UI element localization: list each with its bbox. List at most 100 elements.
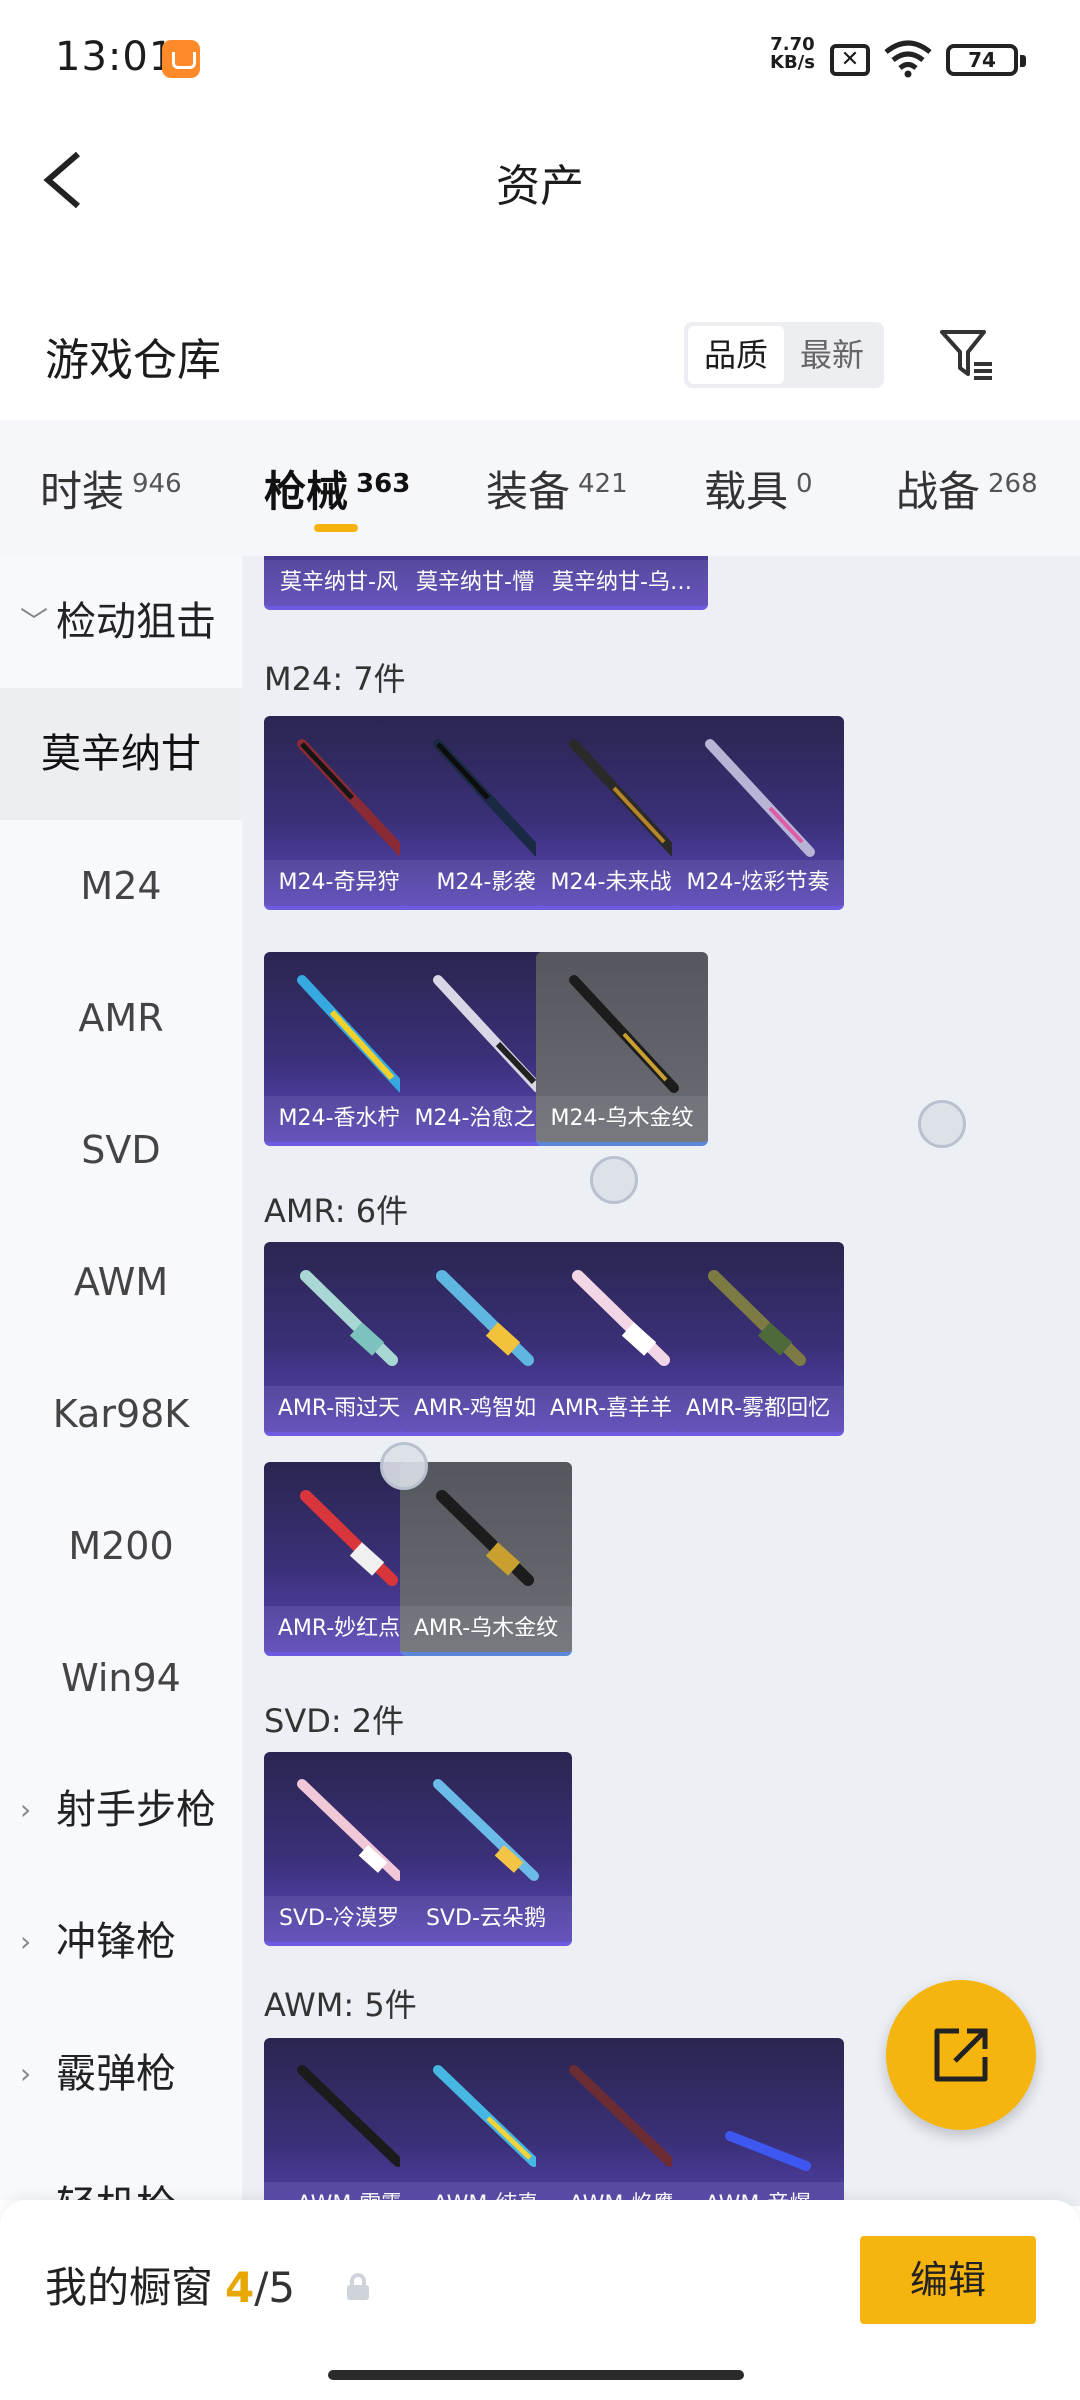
shopping-app-icon [162,40,200,78]
filter-icon[interactable] [938,326,994,382]
skin-card[interactable]: AMR-雾都回忆 [672,1242,844,1436]
rifle-icon [708,1270,806,1366]
rifle-icon [300,1490,398,1586]
sidebar-group-label: 霰弹枪 [56,2051,176,2097]
tab-equipment-count: 421 [578,469,628,499]
sidebar-group-marksman[interactable]: › 射手步枪 [0,1744,242,1876]
tab-guns-count: 363 [356,469,411,499]
tab-equipment[interactable]: 装备 421 [486,458,628,519]
section-title-m24: M24: 7件 [264,660,406,698]
skin-card-label: M24-炫彩节奏 [672,860,844,906]
skin-card-label: SVD-云朵鹅 [400,1896,572,1942]
sidebar-item-awm[interactable]: AWM [0,1216,242,1348]
tab-fashion-label: 时装 [40,467,125,516]
skin-card-label: AMR-雾都回忆 [672,1386,844,1432]
sidebar-item-kar98k[interactable]: Kar98K [0,1348,242,1480]
section-title-amr: AMR: 6件 [264,1192,409,1230]
rifle-icon [297,975,407,1093]
rifle-icon [436,1490,534,1586]
skin-card-label: AMR-乌木金纹 [400,1606,572,1652]
edit-button[interactable]: 编辑 [860,2236,1036,2324]
lock-icon [347,2273,369,2300]
rifle-icon [297,2065,403,2167]
rifle-icon [569,739,679,857]
rifle-icon [300,1270,398,1366]
page-title: 资产 [496,161,584,212]
category-tabs: 时装 946 枪械 363 装备 421 载具 0 战备 268 [0,420,1080,556]
rifle-icon [725,2131,811,2171]
tab-supplies[interactable]: 战备 268 [896,458,1038,519]
skin-card[interactable]: M24-炫彩节奏 [672,716,844,910]
weapon-sidebar: ﹀ 检动狙击 莫辛纳甘 M24 AMR SVD AWM Kar98K M200 … [0,556,242,2229]
skin-card[interactable]: AWM-音爆 [672,2038,844,2206]
sidebar-item-svd[interactable]: SVD [0,1084,242,1216]
rifle-icon [297,1779,403,1881]
warehouse-title: 游戏仓库 [45,335,221,386]
battery-icon: 74 [946,44,1026,76]
active-tab-indicator [314,524,358,532]
rifle-icon [433,739,543,857]
share-button[interactable] [886,1980,1036,2130]
chevron-right-icon: › [20,1925,32,1958]
touch-indicator [590,1156,638,1204]
rifle-icon [433,2065,539,2167]
sidebar-group-label: 检动狙击 [56,599,216,645]
skin-card[interactable]: SVD-云朵鹅 [400,1752,572,1946]
section-title-svd: SVD: 2件 [264,1702,405,1740]
rifle-icon [705,739,815,857]
showcase-bar: 我的橱窗 4/5 编辑 [0,2200,1080,2400]
tab-supplies-count: 268 [988,469,1038,499]
skin-card-label: M24-乌木金纹 [536,1096,708,1142]
rifle-icon [433,975,543,1093]
skin-card[interactable]: M24-乌木金纹 [536,952,708,1146]
tab-vehicles-label: 载具 [704,467,789,516]
skin-card[interactable]: AMR-乌木金纹 [400,1462,572,1656]
showcase-title: 我的橱窗 [45,2263,214,2312]
wifi-icon [884,40,932,78]
tab-fashion-count: 946 [132,469,182,499]
tab-vehicles-count: 0 [796,469,813,499]
sort-toggle: 品质 最新 [684,322,884,388]
share-icon [934,2028,988,2082]
skin-card-label: 莫辛纳甘-乌… [536,560,708,606]
section-title-awm: AWM: 5件 [264,1986,417,2024]
touch-indicator [918,1100,966,1148]
weapon-grid: 莫辛纳甘-风… 莫辛纳甘-懵… 莫辛纳甘-乌… M24: 7件 M24-奇异狩…… [242,556,1080,2206]
tab-supplies-label: 战备 [896,467,981,516]
sidebar-group-label: 射手步枪 [56,1787,216,1833]
chevron-down-icon: ﹀ [20,605,49,638]
sidebar-group-label: 冲锋枪 [56,1919,176,1965]
showcase-label: 我的橱窗 4/5 [45,2254,295,2315]
sort-quality-button[interactable]: 品质 [688,326,784,384]
status-bar: 13:01 7.70 KB/s ✕ 74 [0,0,1080,120]
sidebar-item-m200[interactable]: M200 [0,1480,242,1612]
rifle-icon [436,1270,534,1366]
rifle-icon [569,2065,675,2167]
tab-vehicles[interactable]: 载具 0 [704,458,813,519]
tab-equipment-label: 装备 [486,467,571,516]
rifle-icon [572,1270,670,1366]
sidebar-item-win94[interactable]: Win94 [0,1612,242,1744]
skin-card[interactable]: 莫辛纳甘-乌… [536,556,708,610]
network-speed-unit: KB/s [770,52,815,73]
network-speed: 7.70 KB/s [770,36,815,72]
tab-fashion[interactable]: 时装 946 [40,458,182,519]
tab-guns[interactable]: 枪械 363 [264,458,410,519]
tab-guns-label: 枪械 [264,467,349,516]
sidebar-item-amr[interactable]: AMR [0,952,242,1084]
clock: 13:01 [55,34,176,80]
sidebar-item-mosin[interactable]: 莫辛纳甘 [0,688,242,820]
chevron-right-icon: › [20,2057,32,2090]
showcase-count: 4 [225,2263,255,2312]
sidebar-group-shotgun[interactable]: › 霰弹枪 [0,2008,242,2140]
home-indicator[interactable] [328,2370,744,2380]
sidebar-group-bolt-action[interactable]: ﹀ 检动狙击 [0,556,242,688]
rifle-icon [433,1779,539,1881]
chevron-right-icon: › [20,1793,32,1826]
touch-indicator [380,1442,428,1490]
sim-off-icon: ✕ [830,44,870,76]
sidebar-item-m24[interactable]: M24 [0,820,242,952]
rifle-icon [297,739,407,857]
sort-newest-button[interactable]: 最新 [784,326,880,384]
sidebar-group-smg[interactable]: › 冲锋枪 [0,1876,242,2008]
